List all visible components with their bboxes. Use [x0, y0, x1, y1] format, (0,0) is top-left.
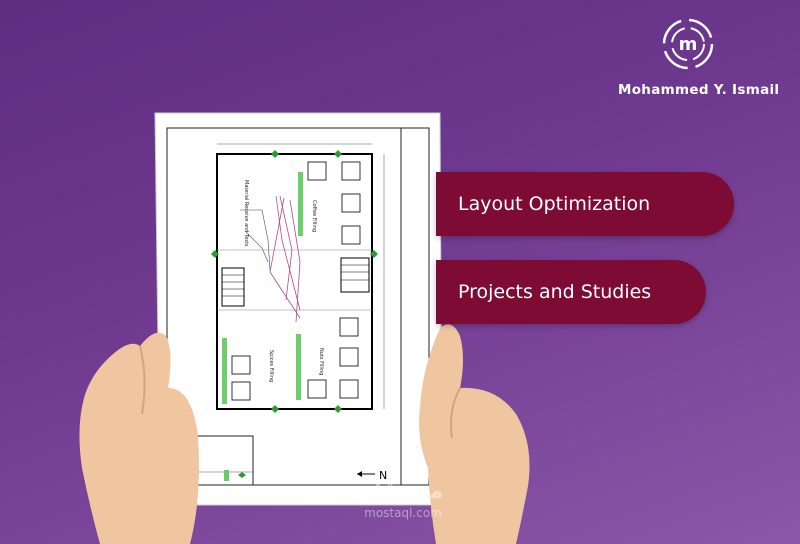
card-label: Projects and Studies	[458, 281, 652, 303]
zone-label-coffee: Coffee Filling	[311, 200, 317, 232]
zone-label-spices: Spices Filling	[268, 350, 274, 382]
card-layout-optimization[interactable]: Layout Optimization	[436, 172, 734, 236]
watermark-latin: mostaql.com	[364, 506, 442, 520]
left-hand	[79, 332, 199, 544]
watermark-arabic: مستقل	[362, 479, 444, 504]
zone-label-nuts: Nuts Filling	[318, 348, 324, 375]
card-projects-and-studies[interactable]: Projects and Studies	[436, 260, 706, 324]
zone-label-material: Material Receive and Tests	[243, 180, 249, 247]
card-label: Layout Optimization	[458, 193, 651, 215]
watermark: مستقل mostaql.com	[348, 478, 458, 534]
